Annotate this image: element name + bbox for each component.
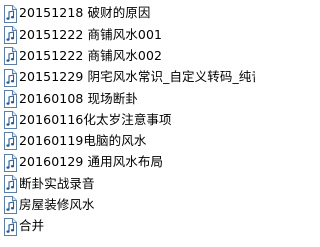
file-name: 20160116化太岁注意事项 [19, 111, 172, 127]
audio-file-icon [4, 47, 17, 66]
file-row-10[interactable]: 房屋装修风水 [0, 195, 255, 216]
file-name: 20151229 阴宅风水常识_自定义转码_纯音 [19, 69, 255, 85]
audio-file-icon [4, 132, 17, 151]
file-name: 20151222 商铺风水002 [19, 47, 163, 63]
file-row-9[interactable]: 断卦实战录音 [0, 173, 255, 194]
file-name: 20160129 通用风水布局 [19, 154, 164, 170]
audio-file-icon [4, 68, 17, 87]
file-name: 房屋装修风水 [19, 197, 95, 213]
audio-file-icon [4, 25, 17, 44]
audio-file-icon [4, 175, 17, 194]
audio-file-icon [4, 217, 17, 236]
file-row-3[interactable]: 20151222 商铺风水002 [0, 46, 255, 67]
audio-file-icon [4, 196, 17, 215]
audio-file-icon [4, 111, 17, 130]
file-name: 断卦实战录音 [19, 175, 95, 191]
file-name: 合并 [19, 218, 45, 234]
audio-file-icon [4, 4, 17, 23]
file-name: 20151222 商铺风水001 [19, 26, 163, 42]
file-name: 20151218 破财的原因 [19, 5, 151, 21]
file-row-8[interactable]: 20160129 通用风水布局 [0, 152, 255, 173]
file-list: 20151218 破财的原因 20151222 商铺风水001 20151222… [0, 0, 255, 247]
file-row-7[interactable]: 20160119电脑的风水 [0, 131, 255, 152]
file-row-2[interactable]: 20151222 商铺风水001 [0, 24, 255, 45]
file-row-6[interactable]: 20160116化太岁注意事项 [0, 109, 255, 130]
file-row-11[interactable]: 合并 [0, 216, 255, 237]
file-row-4[interactable]: 20151229 阴宅风水常识_自定义转码_纯音 [0, 67, 255, 88]
file-row-1[interactable]: 20151218 破财的原因 [0, 3, 255, 24]
file-name: 20160108 现场断卦 [19, 90, 138, 106]
file-name: 20160119电脑的风水 [19, 133, 147, 149]
file-row-5[interactable]: 20160108 现场断卦 [0, 88, 255, 109]
audio-file-icon [4, 153, 17, 172]
audio-file-icon [4, 89, 17, 108]
